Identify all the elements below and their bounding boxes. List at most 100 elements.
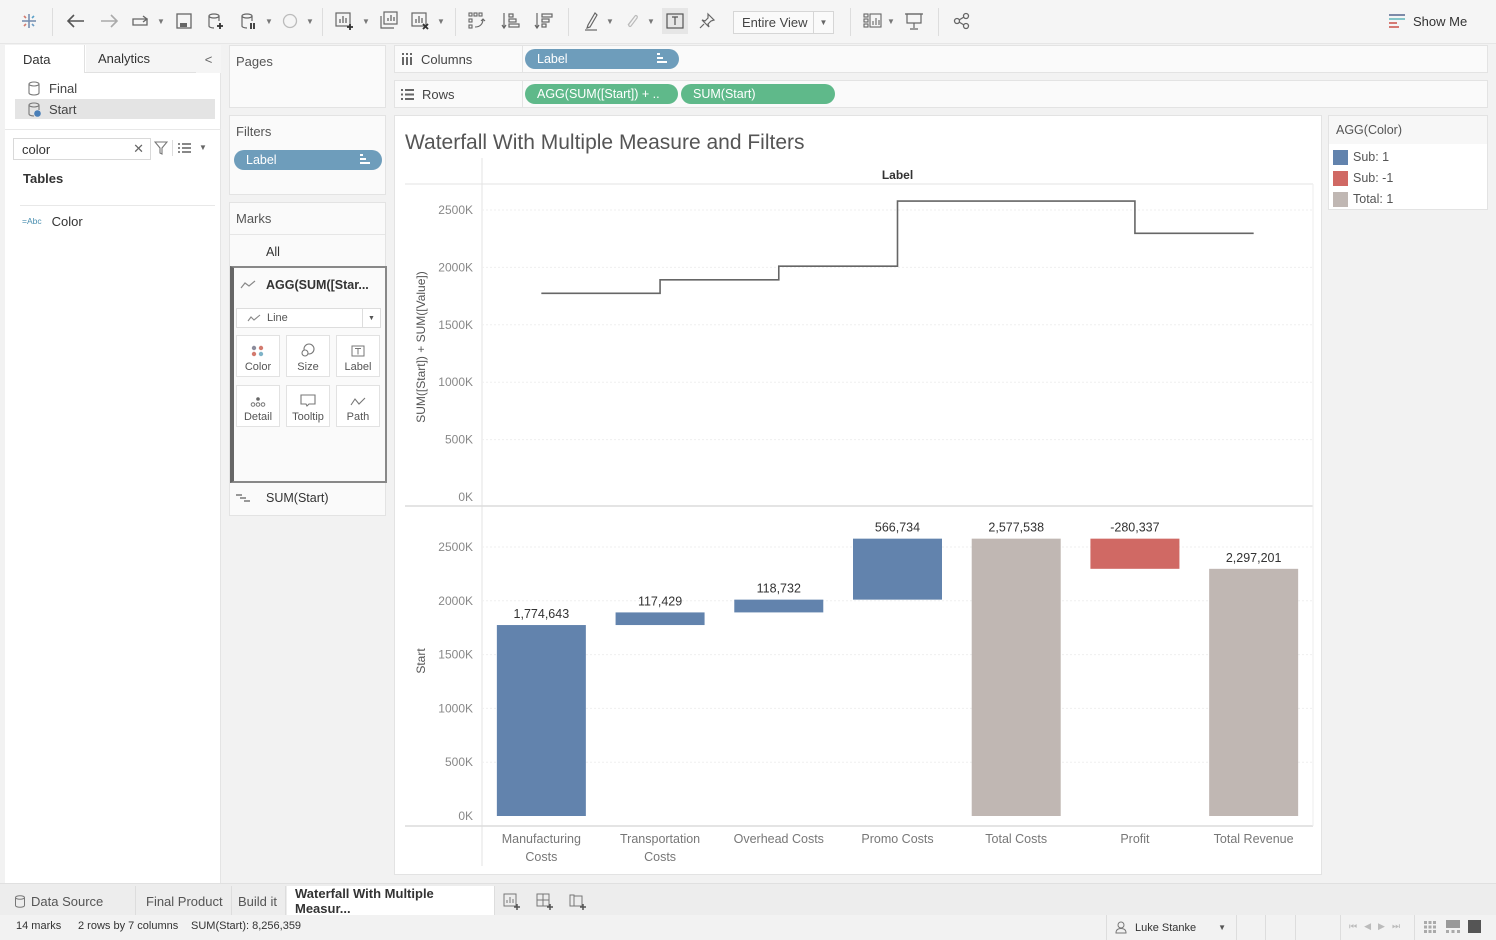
status-dimensions: 2 rows by 7 columns bbox=[78, 920, 179, 932]
chevron-down-icon[interactable]: ▼ bbox=[362, 309, 380, 327]
waterfall-chart: Waterfall With Multiple Measure and Filt… bbox=[405, 131, 1314, 866]
new-datasource-icon[interactable] bbox=[205, 10, 227, 32]
tab-final-product[interactable]: Final Product bbox=[138, 886, 232, 916]
show-cards-dropdown-icon[interactable]: ▼ bbox=[887, 14, 895, 28]
columns-pill-label[interactable]: Label bbox=[525, 49, 679, 69]
divider bbox=[20, 205, 215, 206]
sort-descending-icon[interactable] bbox=[533, 10, 555, 32]
refresh-icon[interactable] bbox=[279, 10, 301, 32]
share-icon[interactable] bbox=[951, 10, 973, 32]
replay-icon[interactable] bbox=[130, 10, 152, 32]
new-worksheet-icon[interactable] bbox=[334, 10, 356, 32]
rows-pill-sum-start[interactable]: SUM(Start) bbox=[681, 84, 835, 104]
filter-pill-label[interactable]: Label bbox=[234, 150, 382, 170]
new-story-icon[interactable] bbox=[569, 893, 587, 914]
view-options-icon[interactable] bbox=[178, 142, 191, 157]
marks-measure-2[interactable]: SUM(Start) bbox=[236, 491, 329, 505]
data-pane: Data Analytics < Final Start color ✕ ▼ T… bbox=[5, 45, 221, 883]
user-icon bbox=[1115, 921, 1127, 934]
columns-shelf[interactable]: Columns Label bbox=[394, 45, 1488, 73]
legend-item-total-1[interactable]: Total: 1 bbox=[1333, 191, 1393, 207]
data-pane-tabs: Data Analytics < bbox=[5, 45, 221, 73]
database-icon bbox=[15, 894, 25, 908]
user-menu[interactable]: Luke Stanke ▼ bbox=[1106, 915, 1236, 940]
new-worksheet-dropdown-icon[interactable]: ▼ bbox=[362, 14, 370, 28]
rows-shelf[interactable]: Rows AGG(SUM([Start]) + .. SUM(Start) bbox=[394, 80, 1488, 108]
bar bbox=[615, 612, 705, 626]
pause-dropdown-icon[interactable]: ▼ bbox=[265, 14, 273, 28]
replay-dropdown-icon[interactable]: ▼ bbox=[157, 14, 165, 28]
filter-fields-icon[interactable] bbox=[153, 141, 169, 158]
data-label: 2,577,538 bbox=[988, 521, 1044, 535]
clear-sheet-icon[interactable] bbox=[410, 10, 432, 32]
chevron-down-icon[interactable]: ▼ bbox=[1218, 923, 1226, 932]
sort-icon bbox=[657, 53, 667, 63]
tableau-logo-icon[interactable] bbox=[18, 10, 40, 32]
tab-analytics[interactable]: Analytics bbox=[86, 45, 196, 73]
pin-icon[interactable] bbox=[696, 10, 718, 32]
button-label: Path bbox=[346, 411, 370, 423]
show-me-icon bbox=[1389, 14, 1405, 28]
show-cards-icon[interactable] bbox=[862, 10, 884, 32]
pages-title: Pages bbox=[236, 54, 273, 69]
marks-color-button[interactable]: Color bbox=[236, 335, 280, 377]
columns-icon bbox=[402, 53, 412, 65]
y-tick-label: 2500K bbox=[438, 540, 473, 554]
marks-tooltip-button[interactable]: Tooltip bbox=[286, 385, 330, 427]
tab-data[interactable]: Data bbox=[5, 45, 85, 73]
collapse-pane-button[interactable]: < bbox=[196, 45, 221, 73]
swap-rows-columns-icon[interactable] bbox=[466, 10, 488, 32]
pages-shelf[interactable]: Pages bbox=[229, 45, 386, 108]
grid-view-icon[interactable] bbox=[1424, 921, 1436, 936]
duplicate-sheet-icon[interactable] bbox=[378, 10, 400, 32]
group-dropdown-icon[interactable]: ▼ bbox=[647, 14, 655, 28]
view-size-select[interactable]: Entire View ▼ bbox=[733, 11, 834, 34]
highlight-dropdown-icon[interactable]: ▼ bbox=[606, 14, 614, 28]
rows-pill-agg[interactable]: AGG(SUM([Start]) + .. bbox=[525, 84, 678, 104]
tab-waterfall[interactable]: Waterfall With Multiple Measur... bbox=[287, 886, 495, 916]
filters-shelf[interactable]: Filters Label bbox=[229, 115, 386, 195]
sort-ascending-icon[interactable] bbox=[500, 10, 522, 32]
undo-icon[interactable] bbox=[65, 10, 87, 32]
marks-size-button[interactable]: Size bbox=[286, 335, 330, 377]
legend-item-sub-neg-1[interactable]: Sub: -1 bbox=[1333, 170, 1393, 186]
clear-dropdown-icon[interactable]: ▼ bbox=[437, 14, 445, 28]
filmstrip-view-icon[interactable] bbox=[1446, 920, 1460, 936]
tables-header: Tables bbox=[23, 171, 64, 186]
button-label: Color bbox=[244, 361, 272, 373]
show-labels-icon[interactable] bbox=[662, 8, 688, 34]
chevron-down-icon[interactable]: ▼ bbox=[813, 12, 833, 33]
new-worksheet-tab-icon[interactable] bbox=[503, 893, 521, 914]
marks-measure-1-header[interactable]: AGG(SUM([Star... bbox=[240, 278, 369, 292]
group-icon[interactable] bbox=[621, 10, 643, 32]
y-tick-label: 500K bbox=[445, 755, 473, 769]
datasource-final[interactable]: Final bbox=[15, 78, 215, 98]
marks-detail-button[interactable]: Detail bbox=[236, 385, 280, 427]
single-view-icon[interactable] bbox=[1468, 920, 1481, 936]
highlight-icon[interactable] bbox=[581, 10, 603, 32]
presentation-icon[interactable] bbox=[903, 10, 925, 32]
save-icon[interactable] bbox=[173, 10, 195, 32]
field-color[interactable]: =Abc Color bbox=[22, 211, 83, 231]
tab-build-it[interactable]: Build it bbox=[230, 886, 287, 916]
y-tick-label: 0K bbox=[458, 809, 473, 823]
new-dashboard-icon[interactable] bbox=[536, 893, 554, 914]
options-dropdown-icon[interactable]: ▼ bbox=[199, 143, 207, 152]
datasource-start[interactable]: Start bbox=[15, 99, 215, 119]
marks-path-button[interactable]: Path bbox=[336, 385, 380, 427]
toolbar: ▼ ▼ ▼ ▼ ▼ ▼ ▼ Entire View ▼ ▼ Show Me bbox=[0, 0, 1496, 44]
clear-search-icon[interactable]: ✕ bbox=[133, 141, 144, 157]
datasource-label: Final bbox=[49, 80, 78, 96]
legend-title: AGG(Color) bbox=[1329, 116, 1487, 144]
marks-label-button[interactable]: Label bbox=[336, 335, 380, 377]
show-me-button[interactable]: Show Me bbox=[1389, 13, 1467, 29]
mark-type-select[interactable]: Line ▼ bbox=[236, 308, 381, 328]
refresh-dropdown-icon[interactable]: ▼ bbox=[306, 14, 314, 28]
field-search-input[interactable]: color ✕ bbox=[13, 138, 151, 160]
legend-item-sub-1[interactable]: Sub: 1 bbox=[1333, 149, 1389, 165]
pause-updates-icon[interactable] bbox=[238, 10, 260, 32]
tab-data-source[interactable]: Data Source bbox=[6, 886, 136, 916]
marks-all-tab[interactable]: All bbox=[266, 245, 280, 259]
page-navigation[interactable]: ⏮◀▶⏭ bbox=[1349, 921, 1407, 932]
redo-icon[interactable] bbox=[98, 10, 120, 32]
